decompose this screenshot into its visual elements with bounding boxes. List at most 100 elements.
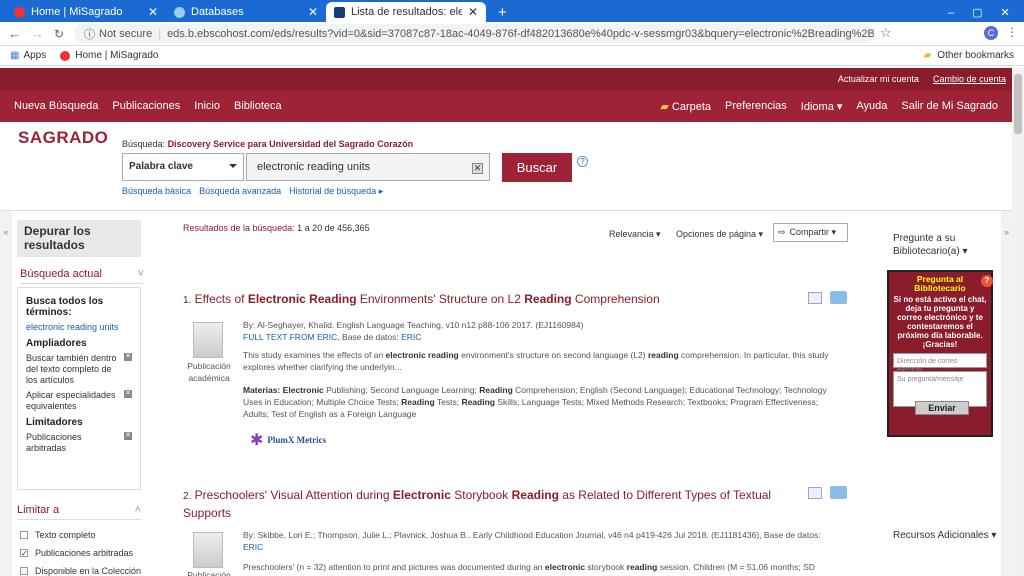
search-input[interactable]: electronic reading units ✕: [246, 153, 490, 181]
folder-icon: ▰: [660, 100, 669, 113]
bookmarks-bar: ▦ Apps Home | MiSagrado ▰ Other bookmark…: [0, 46, 1024, 66]
account-bar: Actualizar mi cuenta Cambio de cuenta: [0, 68, 1012, 90]
sort-dropdown[interactable]: Relevancia ▾: [609, 229, 661, 240]
profile-avatar[interactable]: C: [984, 26, 998, 40]
remove-icon[interactable]: ✕: [124, 432, 132, 440]
current-search-heading[interactable]: Búsqueda actual ˅: [20, 268, 144, 284]
forward-icon[interactable]: →: [31, 26, 44, 41]
search-label: Búsqueda: Discovery Service para Univers…: [122, 139, 414, 149]
ask-librarian-heading[interactable]: Pregunte a su Bibliotecario(a) ▾: [893, 232, 988, 258]
misagrado-favicon-icon: [14, 6, 25, 18]
change-account-link[interactable]: Cambio de cuenta: [933, 74, 1006, 84]
send-button[interactable]: Enviar: [915, 401, 969, 415]
nav-nueva-busqueda[interactable]: Nueva Búsqueda: [14, 100, 98, 112]
expander-fulltext: Buscar también dentro del texto completo…: [26, 353, 117, 385]
main-nav: Nueva Búsqueda Publicaciones Inicio Bibl…: [0, 90, 1012, 122]
tab-strip: Home | MiSagrado ✕ Databases ✕ Lista de …: [0, 0, 1024, 22]
home-bookmark[interactable]: Home | MiSagrado: [75, 50, 158, 61]
academic-journal-icon: [193, 532, 223, 568]
collapse-right-icon[interactable]: »: [1001, 211, 1012, 576]
close-tab-icon[interactable]: ✕: [148, 5, 158, 19]
divider: [0, 210, 1012, 211]
nav-publicaciones[interactable]: Publicaciones: [112, 100, 180, 112]
tab-home[interactable]: Home | MiSagrado ✕: [6, 2, 166, 22]
chat-email-input[interactable]: Dirección de correo electrón: [893, 353, 987, 374]
result-abstract-2: Preschoolers' (n = 32) attention to prin…: [243, 562, 815, 572]
databases-favicon-icon: [174, 6, 185, 18]
limiter-peer-reviewed: Publicaciones arbitradas: [26, 432, 82, 453]
help-icon[interactable]: ?: [577, 156, 588, 167]
search-term-link[interactable]: electronic reading units: [26, 322, 132, 333]
result-title-2[interactable]: 2. Preschoolers' Visual Attention during…: [183, 487, 803, 521]
address-bar-row: ← → ↻ ⓘ Not secure | eds.b.ebscohost.com…: [0, 22, 1024, 46]
close-tab-icon[interactable]: ✕: [308, 5, 318, 19]
clear-icon[interactable]: ✕: [472, 163, 483, 174]
plumx-link[interactable]: ✱ PlumX Metrics: [250, 430, 326, 450]
back-icon[interactable]: ←: [8, 26, 21, 41]
other-bookmarks[interactable]: Other bookmarks: [937, 50, 1014, 61]
advanced-search-link[interactable]: Búsqueda avanzada: [199, 186, 281, 197]
nav-salir[interactable]: Salir de Mi Sagrado: [901, 100, 998, 112]
search-sublinks: Búsqueda básica Búsqueda avanzada Histor…: [122, 186, 383, 197]
menu-icon[interactable]: ⋮: [1006, 25, 1018, 39]
collapse-left-icon[interactable]: «: [0, 211, 12, 576]
tab-results[interactable]: Lista de resultados: electronic rea ✕: [326, 2, 486, 22]
star-icon[interactable]: ☆: [880, 25, 892, 41]
current-search-box: Busca todos los términos: electronic rea…: [17, 287, 141, 490]
remove-icon[interactable]: ✕: [124, 390, 132, 398]
add-to-folder-icon[interactable]: [830, 486, 847, 499]
nav-biblioteca[interactable]: Biblioteca: [234, 100, 282, 112]
collection-checkbox[interactable]: Disponible en la Colección: [20, 566, 141, 576]
field-select[interactable]: Palabra clave: [122, 153, 244, 181]
url-text: eds.b.ebscohost.com/eds/results?vid=0&si…: [167, 27, 874, 40]
not-secure-label: Not secure: [99, 27, 153, 40]
reload-icon[interactable]: ↻: [54, 27, 64, 41]
apps-bookmark[interactable]: Apps: [23, 50, 46, 61]
nav-inicio[interactable]: Inicio: [194, 100, 220, 112]
apps-icon: ▦: [10, 50, 20, 61]
limit-to-heading[interactable]: Limitar a ˄: [17, 504, 141, 520]
misagrado-favicon-icon: [60, 50, 71, 61]
nav-idioma[interactable]: Idioma ▾: [801, 100, 843, 113]
search-history-link[interactable]: Historial de búsqueda ▸: [289, 186, 383, 197]
database-link[interactable]: ERIC: [243, 542, 263, 552]
new-tab-icon[interactable]: +: [490, 2, 515, 22]
preview-icon[interactable]: [808, 487, 822, 499]
nav-carpeta[interactable]: ▰ Carpeta: [660, 100, 711, 113]
search-button[interactable]: Buscar: [502, 153, 572, 182]
basic-search-link[interactable]: Búsqueda básica: [122, 186, 191, 197]
chat-help-icon[interactable]: ?: [981, 275, 993, 287]
result-title-1[interactable]: 1. Effects of Electronic Reading Environ…: [183, 292, 803, 306]
database-link[interactable]: ERIC: [401, 332, 421, 342]
window-controls[interactable]: –▢✕: [940, 2, 1024, 22]
publication-type: Publicación académica: [187, 361, 231, 383]
plumx-icon: ✱: [250, 432, 264, 449]
limiters-heading: Limitadores: [26, 417, 83, 428]
info-icon[interactable]: ⓘ: [84, 26, 95, 42]
tab-databases[interactable]: Databases ✕: [166, 2, 326, 22]
publication-type: Publicación: [187, 570, 231, 576]
page-options-dropdown[interactable]: Opciones de página ▾: [676, 229, 763, 240]
chevron-down-icon: [229, 164, 237, 172]
share-icon: ⇨: [778, 227, 786, 237]
tab-label: Home | MiSagrado: [31, 6, 123, 18]
expander-equivalent: Aplicar especialidades equivalentes: [26, 390, 116, 411]
tab-label: Lista de resultados: electronic rea: [351, 6, 462, 18]
fulltext-checkbox[interactable]: Texto completo: [20, 530, 96, 540]
additional-resources-heading[interactable]: Recursos Adicionales ▾: [893, 530, 999, 541]
share-dropdown[interactable]: ⇨ Compartir ▾: [773, 223, 848, 242]
nav-ayuda[interactable]: Ayuda: [856, 100, 887, 112]
close-tab-icon[interactable]: ✕: [468, 5, 478, 19]
sagrado-logo[interactable]: SAGRADO: [18, 128, 108, 148]
fulltext-link[interactable]: FULL TEXT FROM ERIC: [243, 332, 337, 342]
preview-icon[interactable]: [808, 292, 822, 304]
nav-preferencias[interactable]: Preferencias: [725, 100, 787, 112]
add-to-folder-icon[interactable]: [830, 291, 847, 304]
update-account-link[interactable]: Actualizar mi cuenta: [838, 74, 919, 84]
chat-widget: Pregunta al Bibliotecario ? Si no está a…: [887, 270, 993, 437]
page-scrollbar[interactable]: [1012, 68, 1024, 576]
result-abstract-1: This study examines the effects of an el…: [243, 350, 829, 372]
remove-icon[interactable]: ✕: [124, 353, 132, 361]
peer-reviewed-checkbox[interactable]: ✓ Publicaciones arbitradas: [20, 548, 133, 558]
url-bar[interactable]: ⓘ Not secure | eds.b.ebscohost.com/eds/r…: [74, 24, 874, 43]
